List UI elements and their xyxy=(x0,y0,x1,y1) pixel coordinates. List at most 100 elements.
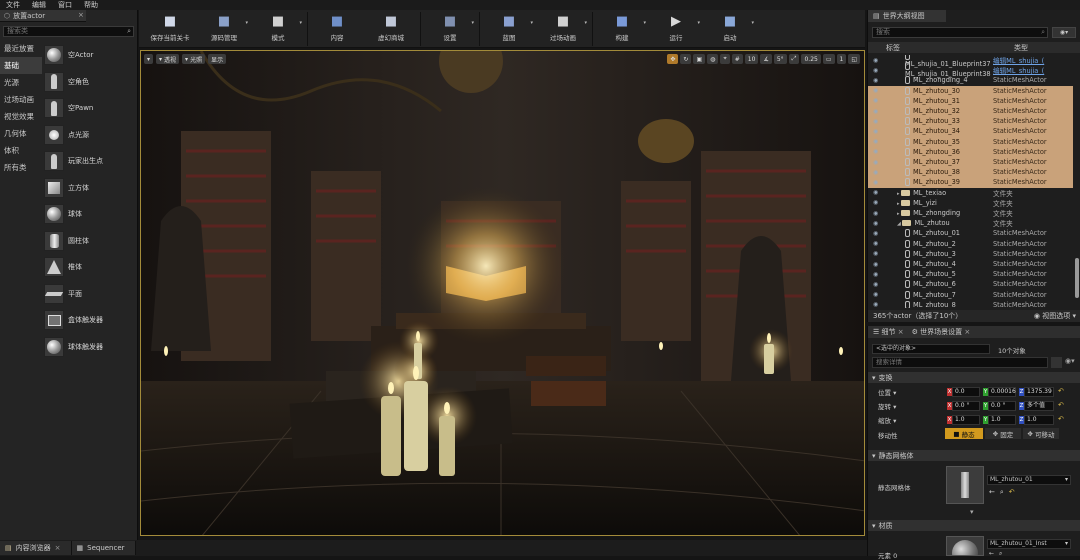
outliner-row[interactable]: ◉ ML_zhutou_30 StaticMeshActor xyxy=(868,85,1073,96)
browse-icon[interactable]: ⌕ xyxy=(1000,488,1004,497)
menu-file[interactable]: 文件 xyxy=(6,0,20,10)
grid-size-value[interactable]: 10 xyxy=(744,54,759,64)
actor-item-0[interactable]: 空Actor xyxy=(44,42,138,69)
location-x[interactable]: X 0.0 xyxy=(947,387,980,397)
outliner-row[interactable]: ◉ ML_zhutou_39 StaticMeshActor xyxy=(868,177,1073,188)
visibility-eye-icon[interactable]: ◉ xyxy=(873,148,883,155)
scale-snap-icon[interactable]: ⤢ xyxy=(788,54,800,64)
sequencer-tab[interactable]: ▦ Sequencer xyxy=(71,541,136,555)
category-5[interactable]: 几何体 xyxy=(0,125,42,142)
outliner-row[interactable]: ◉ ML_zhutou_2 StaticMeshActor xyxy=(868,239,1073,249)
reset-mesh-icon[interactable]: ↶ xyxy=(1009,488,1015,497)
camera-speed-icon[interactable]: ▭ xyxy=(822,54,835,64)
mobility-stationary-button[interactable]: ✥ 固定 xyxy=(985,428,1021,439)
visibility-eye-icon[interactable]: ◉ xyxy=(873,118,883,125)
outliner-row[interactable]: ◉ ML_zhutou_5 StaticMeshActor xyxy=(868,269,1073,279)
scale-z[interactable]: Z 1.0 xyxy=(1019,415,1054,425)
outliner-row[interactable]: ◉ ML_zhutou_37 StaticMeshActor xyxy=(868,157,1073,168)
visibility-eye-icon[interactable]: ◉ xyxy=(873,108,883,115)
perspective-button[interactable]: ▾ 透视 xyxy=(156,54,180,64)
outliner-row[interactable]: ◉ ML_zhutou_3 StaticMeshActor xyxy=(868,249,1073,259)
category-1[interactable]: 基础 xyxy=(0,57,42,74)
outliner-scrollbar[interactable] xyxy=(1075,258,1079,298)
content-browser-tab[interactable]: ▤ 内容浏览器 × xyxy=(0,541,72,555)
outliner-row[interactable]: ◉ ML_zhutou_33 StaticMeshActor xyxy=(868,116,1073,127)
toolbar-button-1[interactable]: ■ 源码管理 ▾ xyxy=(197,10,251,48)
rotation-snap-icon[interactable]: ∡ xyxy=(760,54,772,64)
material-use-selected-icon[interactable]: ← xyxy=(989,550,994,558)
location-y[interactable]: Y 0.00016 xyxy=(983,387,1016,397)
property-matrix-icon[interactable] xyxy=(1051,357,1062,368)
category-2[interactable]: 光源 xyxy=(0,74,42,91)
visibility-eye-icon[interactable]: ◉ xyxy=(873,291,883,298)
label-column-header[interactable]: 标签 xyxy=(886,43,1014,53)
row-type[interactable]: 编辑ML_shujia_( xyxy=(993,55,1044,65)
scale-icon[interactable]: ▣ xyxy=(693,54,706,64)
outliner-row[interactable]: ◉ ML_zhutou_34 StaticMeshActor xyxy=(868,126,1073,137)
outliner-row[interactable]: ◉ ML_zhutou_32 StaticMeshActor xyxy=(868,106,1073,117)
outliner-row[interactable]: ◉ ML_zhutou_7 StaticMeshActor xyxy=(868,290,1073,300)
visibility-eye-icon[interactable]: ◉ xyxy=(873,169,883,176)
actor-item-3[interactable]: 点光源 xyxy=(44,122,138,149)
maximize-icon[interactable]: ◱ xyxy=(848,54,860,64)
visibility-eye-icon[interactable]: ◉ xyxy=(873,199,883,206)
translate-icon[interactable]: ✥ xyxy=(667,54,679,64)
type-column-header[interactable]: 类型 xyxy=(1014,43,1028,53)
category-6[interactable]: 体积 xyxy=(0,142,42,159)
outliner-row[interactable]: ◉ ▸ ML_zhongding 文件夹 xyxy=(868,208,1073,218)
visibility-eye-icon[interactable]: ◉ xyxy=(873,97,883,104)
actor-item-10[interactable]: 盒体触发器 xyxy=(44,307,138,334)
toolbar-button-5[interactable]: ■ 设置 ▾ xyxy=(423,10,477,48)
location-label[interactable]: 位置 ▾ xyxy=(878,387,896,397)
visibility-eye-icon[interactable]: ◉ xyxy=(873,261,883,268)
expand-arrow-icon[interactable]: ▾ xyxy=(970,508,974,516)
category-4[interactable]: 视觉效果 xyxy=(0,108,42,125)
visibility-icon[interactable]: ◉▾ xyxy=(1065,357,1079,368)
toolbar-button-7[interactable]: ■ 过场动画 ▾ xyxy=(536,10,590,48)
reset-rotation-icon[interactable]: ↶ xyxy=(1058,401,1064,409)
scale-snap-value[interactable]: 0.25 xyxy=(801,54,821,64)
outliner-row[interactable]: ◉ ◢ ML_zhutou 文件夹 xyxy=(868,218,1073,228)
outliner-search-input[interactable]: 搜索 ⌕ xyxy=(872,27,1048,38)
view-options-button[interactable]: ◉ 视图选项 ▾ xyxy=(1034,311,1076,321)
camera-speed-value[interactable]: 1 xyxy=(836,54,847,64)
dropdown-arrow-icon[interactable]: ▾ xyxy=(299,20,302,26)
scale-y[interactable]: Y 1.0 xyxy=(983,415,1016,425)
toolbar-button-10[interactable]: ■ 启动 ▾ xyxy=(703,10,757,48)
dropdown-arrow-icon[interactable]: ▾ xyxy=(471,20,474,26)
outliner-row[interactable]: ◉ ▸ ML_texiao 文件夹 xyxy=(868,188,1073,198)
rotation-label[interactable]: 旋转 ▾ xyxy=(878,401,896,411)
dropdown-arrow-icon[interactable]: ▾ xyxy=(530,20,533,26)
dropdown-arrow-icon[interactable]: ▾ xyxy=(643,20,646,26)
static-mesh-dropdown[interactable]: ML_zhutou_01 ▾ xyxy=(987,475,1071,485)
mobility-movable-button[interactable]: ✥ 可移动 xyxy=(1023,428,1059,439)
visibility-eye-icon[interactable]: ◉ xyxy=(873,57,883,64)
actor-item-6[interactable]: 球体 xyxy=(44,201,138,228)
visibility-eye-icon[interactable]: ◉ xyxy=(873,87,883,94)
menu-edit[interactable]: 编辑 xyxy=(32,0,46,10)
actor-item-2[interactable]: 空Pawn xyxy=(44,95,138,122)
toolbar-button-0[interactable]: ■ 保存当前关卡 xyxy=(143,10,197,48)
close-icon[interactable]: × xyxy=(78,11,84,19)
rotation-snap-value[interactable]: 5° xyxy=(773,54,787,64)
scale-label[interactable]: 缩放 ▾ xyxy=(878,415,896,425)
visibility-eye-icon[interactable]: ◉ xyxy=(873,230,883,237)
visibility-eye-icon[interactable]: ◉ xyxy=(873,189,883,196)
dropdown-arrow-icon[interactable]: ▾ xyxy=(697,20,700,26)
visibility-eye-icon[interactable]: ◉ xyxy=(873,281,883,288)
outliner-row[interactable]: ◉ ML_zhutou_4 StaticMeshActor xyxy=(868,259,1073,269)
world-icon[interactable]: ◍ xyxy=(707,54,719,64)
outliner-settings-icon[interactable]: ◉▾ xyxy=(1052,27,1076,38)
visibility-eye-icon[interactable]: ◉ xyxy=(873,271,883,278)
toolbar-button-2[interactable]: ■ 模式 ▾ xyxy=(251,10,305,48)
outliner-row[interactable]: ◉ ML_zhutou_8 StaticMeshActor xyxy=(868,300,1073,308)
use-selected-icon[interactable]: ← xyxy=(989,488,995,497)
outliner-tab[interactable]: ▤ 世界大纲视图 xyxy=(868,10,946,22)
dropdown-arrow-icon[interactable]: ▾ xyxy=(751,20,754,26)
visibility-eye-icon[interactable]: ◉ xyxy=(873,210,883,217)
outliner-row[interactable]: ◉ ML_zhutou_38 StaticMeshActor xyxy=(868,167,1073,178)
static-mesh-section[interactable]: ▾ 静态网格体 xyxy=(868,450,1080,461)
outliner-row[interactable]: ◉ ▸ ML_yizi 文件夹 xyxy=(868,198,1073,208)
visibility-eye-icon[interactable]: ◉ xyxy=(873,220,883,227)
selected-object-dropdown[interactable]: <选中的对象> xyxy=(872,344,990,354)
